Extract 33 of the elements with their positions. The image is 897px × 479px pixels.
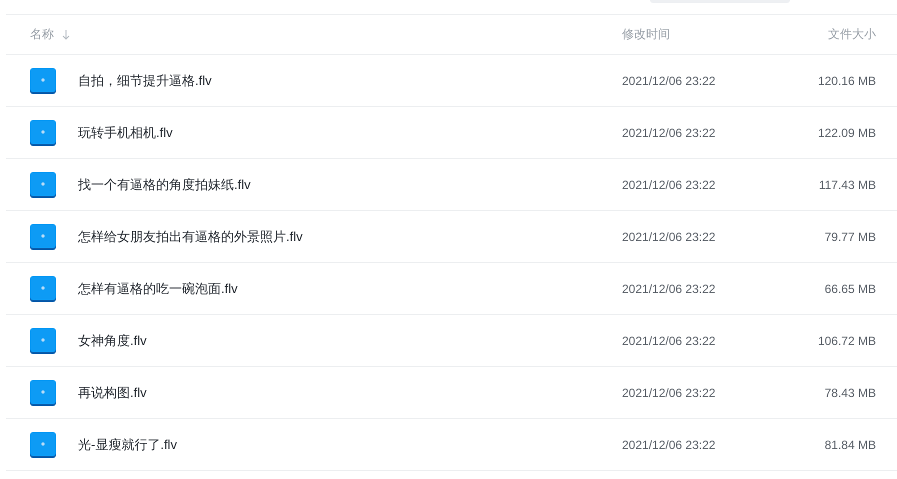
- file-size: 120.16 MB: [818, 74, 876, 88]
- file-icon: [30, 120, 56, 146]
- modified-time: 2021/12/06 23:22: [622, 230, 716, 244]
- file-size: 79.77 MB: [824, 230, 876, 244]
- modified-time: 2021/12/06 23:22: [622, 178, 716, 192]
- modified-time: 2021/12/06 23:22: [622, 282, 716, 296]
- file-icon: [30, 380, 56, 406]
- file-name[interactable]: 怎样给女朋友拍出有逼格的外景照片.flv: [78, 228, 303, 246]
- file-size: 106.72 MB: [818, 334, 876, 348]
- sort-arrow-icon: [62, 30, 70, 40]
- file-icon: [30, 224, 56, 250]
- file-name[interactable]: 玩转手机相机.flv: [78, 124, 173, 142]
- file-size: 81.84 MB: [824, 438, 876, 452]
- file-icon: [30, 172, 56, 198]
- modified-time: 2021/12/06 23:22: [622, 74, 716, 88]
- file-name[interactable]: 再说构图.flv: [78, 384, 147, 402]
- file-icon: [30, 68, 56, 94]
- file-name[interactable]: 光-显瘦就行了.flv: [78, 436, 177, 454]
- file-size: 78.43 MB: [824, 386, 876, 400]
- file-size: 117.43 MB: [818, 178, 876, 192]
- file-name[interactable]: 怎样有逼格的吃一碗泡面.flv: [78, 280, 238, 298]
- file-name[interactable]: 找一个有逼格的角度拍妹纸.flv: [78, 176, 251, 194]
- modified-time: 2021/12/06 23:22: [622, 386, 716, 400]
- file-icon: [30, 328, 56, 354]
- file-name[interactable]: 女神角度.flv: [78, 332, 147, 350]
- file-size: 122.09 MB: [818, 126, 876, 140]
- modified-time: 2021/12/06 23:22: [622, 126, 716, 140]
- file-icon: [30, 276, 56, 302]
- modified-time: 2021/12/06 23:22: [622, 438, 716, 452]
- file-size: 66.65 MB: [824, 282, 876, 296]
- file-name[interactable]: 自拍，细节提升逼格.flv: [78, 72, 212, 90]
- file-icon: [30, 432, 56, 458]
- modified-time: 2021/12/06 23:22: [622, 334, 716, 348]
